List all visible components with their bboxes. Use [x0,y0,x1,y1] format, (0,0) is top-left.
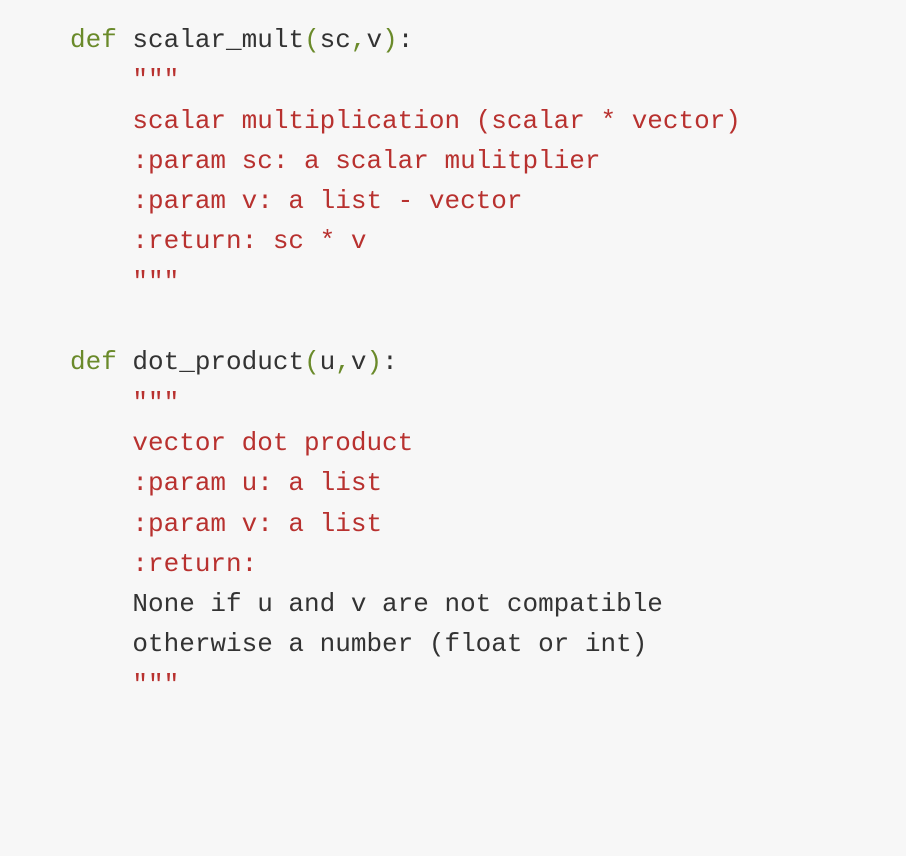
parameter: u [320,347,336,377]
docstring-line: None if u and v are not compatible [70,589,663,619]
close-paren: ) [382,25,398,55]
docstring-line: otherwise a number (float or int) [70,629,647,659]
docstring-line: :param sc: a scalar mulitplier [70,146,601,176]
docstring-close: """ [70,267,179,297]
docstring-line: scalar multiplication (scalar * vector) [70,106,741,136]
parameter: v [367,25,383,55]
colon: : [382,347,398,377]
docstring-line: :return: sc * v [70,226,366,256]
parameter: sc [320,25,351,55]
docstring-line: :param v: a list - vector [70,186,522,216]
docstring-line: vector dot product [70,428,413,458]
open-paren: ( [304,347,320,377]
open-paren: ( [304,25,320,55]
def-keyword: def [70,347,117,377]
docstring-open: """ [70,388,179,418]
colon: : [398,25,414,55]
docstring-line: :param u: a list [70,468,382,498]
parameter: v [351,347,367,377]
def-keyword: def [70,25,117,55]
docstring-open: """ [70,65,179,95]
docstring-line: :return: [70,549,257,579]
docstring-close: """ [70,670,179,700]
comma: , [335,347,351,377]
function-name: dot_product [132,347,304,377]
comma: , [351,25,367,55]
close-paren: ) [367,347,383,377]
function-name: scalar_mult [132,25,304,55]
docstring-line: :param v: a list [70,509,382,539]
code-block: def scalar_mult(sc,v): """ scalar multip… [0,20,906,705]
